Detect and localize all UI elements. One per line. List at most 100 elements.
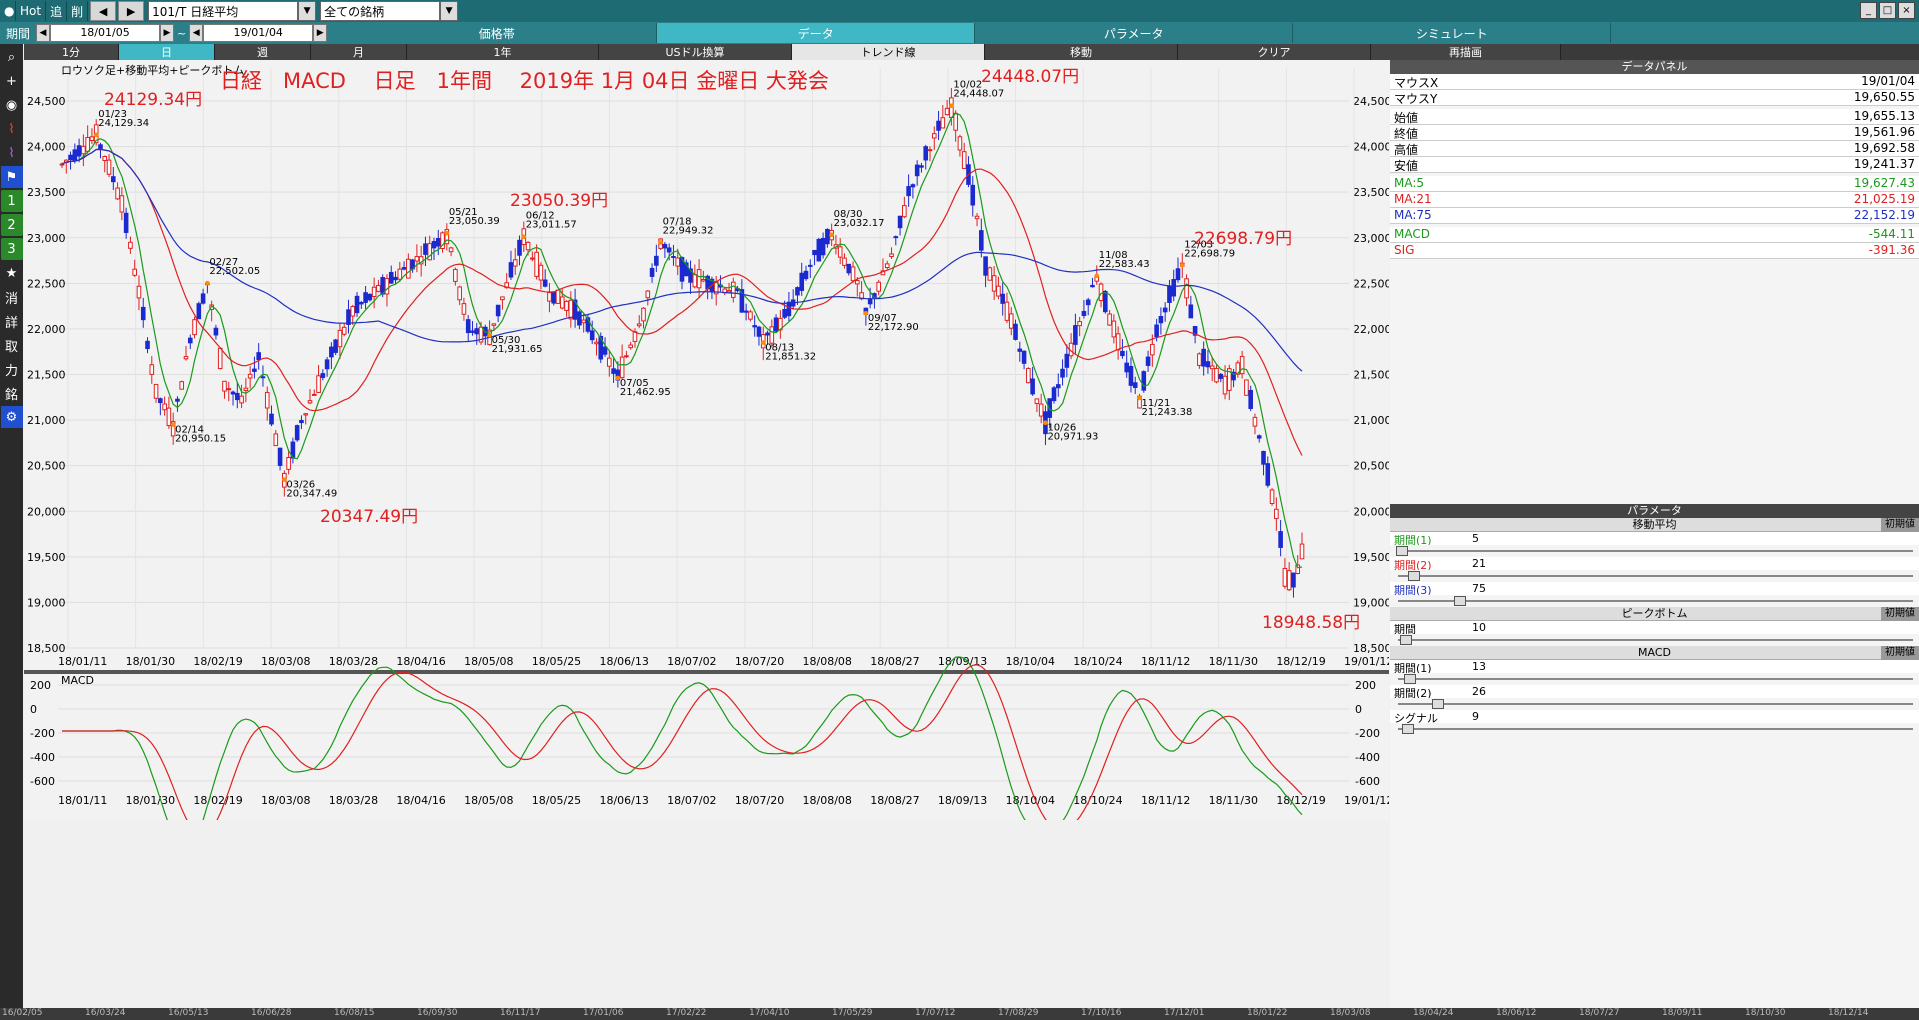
candle-body — [594, 341, 599, 345]
timeframe-tab-4[interactable]: 1年 — [407, 44, 599, 60]
sidebar-item-14[interactable]: 銘 — [1, 382, 23, 404]
search-icon[interactable]: ⌕ — [1, 46, 23, 68]
chart-icon[interactable]: ⌇ — [1, 118, 23, 140]
data-value: 22,152.19 — [1853, 208, 1915, 222]
param-value[interactable]: 26 — [1468, 685, 1919, 698]
slider-thumb[interactable] — [1408, 571, 1420, 581]
param-slider[interactable] — [1390, 595, 1919, 607]
candle-body — [200, 293, 206, 304]
reset-default-button[interactable]: 初期値 — [1881, 607, 1919, 621]
candle-body — [388, 271, 394, 284]
maximize-button[interactable]: □ — [1879, 2, 1896, 19]
candle-body — [748, 311, 753, 320]
sidebar-item-8[interactable]: 3 — [0, 238, 23, 260]
param-value[interactable]: 5 — [1468, 532, 1919, 545]
start-next-button[interactable]: ▶ — [160, 24, 175, 42]
plus-icon[interactable]: + — [1, 70, 23, 92]
param-slider[interactable] — [1390, 723, 1919, 735]
param-slider[interactable] — [1390, 634, 1919, 646]
timeframe-tab-6[interactable]: トレンド線 — [792, 44, 985, 60]
timeframe-tab-1[interactable]: 日 — [119, 44, 215, 60]
chart-area[interactable]: 24,500 24,500 24,000 24,000 23,500 23,500 23,0… — [24, 60, 1393, 848]
slider-thumb[interactable] — [1396, 546, 1408, 556]
timeframe-tab-0[interactable]: 1分 — [24, 44, 119, 60]
slider-thumb[interactable] — [1400, 635, 1412, 645]
close-button[interactable]: × — [1898, 2, 1915, 19]
next-symbol-button[interactable]: ▶ — [118, 1, 145, 21]
peak-marker — [444, 230, 450, 236]
timeframe-tab-7[interactable]: 移動 — [985, 44, 1178, 60]
candle-body — [1184, 278, 1189, 299]
y-tick-label-right: 21,500 — [1353, 369, 1389, 382]
big-price-label: 23050.39円 — [510, 191, 608, 211]
end-date-input[interactable]: 19/01/04 — [203, 24, 314, 42]
tab-1[interactable]: データ — [657, 23, 976, 43]
price-chart[interactable]: 24,500 24,500 24,000 24,000 23,500 23,500 23,0… — [24, 60, 1393, 848]
hot-button[interactable]: Hot — [16, 1, 47, 21]
bulb-icon[interactable]: ● — [0, 1, 16, 21]
x-tick-label: 18/07/02 — [667, 655, 716, 668]
timeframe-tab-8[interactable]: クリア — [1178, 44, 1371, 60]
candle-body — [179, 381, 185, 390]
param-value[interactable]: 13 — [1468, 660, 1919, 673]
param-slider[interactable] — [1390, 698, 1919, 710]
candle-body — [1038, 403, 1044, 417]
sidebar-item-10[interactable]: 消 — [1, 286, 23, 308]
start-prev-button[interactable]: ◀ — [36, 24, 51, 42]
peak-value-label: 22,698.79 — [1184, 248, 1235, 259]
start-date-input[interactable]: 18/01/05 — [50, 24, 161, 42]
param-panel-title: パラメータ — [1390, 504, 1919, 518]
sidebar-item-6[interactable]: 1 — [0, 190, 23, 212]
gear-icon[interactable]: ⚙ — [0, 406, 23, 428]
slider-thumb[interactable] — [1404, 674, 1416, 684]
tab-2[interactable]: パラメータ — [975, 23, 1294, 43]
param-value[interactable]: 75 — [1468, 582, 1919, 595]
symbol-dropdown-icon[interactable]: ▼ — [298, 1, 317, 21]
timeframe-tab-5[interactable]: USドル換算 — [599, 44, 792, 60]
param-slider[interactable] — [1390, 545, 1919, 557]
tab-3[interactable]: シミュレート — [1293, 23, 1612, 43]
sidebar-item-11[interactable]: 詳 — [1, 310, 23, 332]
candle-body — [324, 359, 330, 370]
end-next-button[interactable]: ▶ — [313, 24, 328, 42]
x-tick-label: 18/04/16 — [396, 655, 445, 668]
slider-thumb[interactable] — [1432, 699, 1444, 709]
prev-symbol-button[interactable]: ◀ — [90, 1, 117, 21]
candle-body — [269, 413, 274, 425]
y-tick-label: 18,500 — [27, 642, 66, 655]
slider-thumb[interactable] — [1402, 724, 1414, 734]
timeframe-tab-2[interactable]: 週 — [215, 44, 311, 60]
sidebar-item-13[interactable]: 力 — [1, 358, 23, 380]
timeframe-tab-3[interactable]: 月 — [311, 44, 407, 60]
candle-body — [1252, 416, 1258, 427]
left-sidebar: ⌕ + ◉ ⌇ ⌇ ⚑ 1 2 3 ★ 消詳取力銘 ⚙ — [0, 44, 23, 1020]
symbol-select[interactable]: 101/T 日経平均 — [148, 1, 299, 21]
candle-body — [140, 306, 146, 321]
overview-strip[interactable]: 16/02/05 16/03/24 16/05/13 16/06/28 16/08/15… — [0, 1008, 1919, 1020]
delete-button[interactable]: 削 — [67, 1, 89, 21]
flag-icon[interactable]: ⚑ — [0, 166, 23, 188]
param-value[interactable]: 10 — [1468, 621, 1919, 634]
param-value[interactable]: 21 — [1468, 557, 1919, 570]
param-row: 期間(2) 26 — [1390, 685, 1919, 700]
universe-select[interactable]: 全ての銘柄 — [320, 1, 441, 21]
minimize-button[interactable]: _ — [1860, 2, 1877, 19]
end-prev-button[interactable]: ◀ — [189, 24, 204, 42]
sidebar-item-12[interactable]: 取 — [1, 334, 23, 356]
universe-dropdown-icon[interactable]: ▼ — [440, 1, 459, 21]
sidebar-item-7[interactable]: 2 — [0, 214, 23, 236]
add-button[interactable]: 追 — [46, 1, 68, 21]
reset-default-button[interactable]: 初期値 — [1881, 518, 1919, 532]
slider-thumb[interactable] — [1454, 596, 1466, 606]
chart-alt-icon[interactable]: ⌇ — [1, 142, 23, 164]
param-slider[interactable] — [1390, 673, 1919, 685]
camera-icon[interactable]: ◉ — [1, 94, 23, 116]
reset-default-button[interactable]: 初期値 — [1881, 646, 1919, 660]
star-icon[interactable]: ★ — [1, 262, 23, 284]
param-value[interactable]: 9 — [1468, 710, 1919, 723]
candle-body — [115, 187, 120, 200]
param-slider[interactable] — [1390, 570, 1919, 582]
parameter-panel: パラメータ 移動平均 初期値 期間(1) 5 期間(2) 21 期間(3) 75 ピークボトム 初期… — [1390, 504, 1919, 735]
timeframe-tab-9[interactable]: 再描画 — [1371, 44, 1561, 60]
tab-0[interactable]: 価格帯 — [337, 23, 658, 43]
